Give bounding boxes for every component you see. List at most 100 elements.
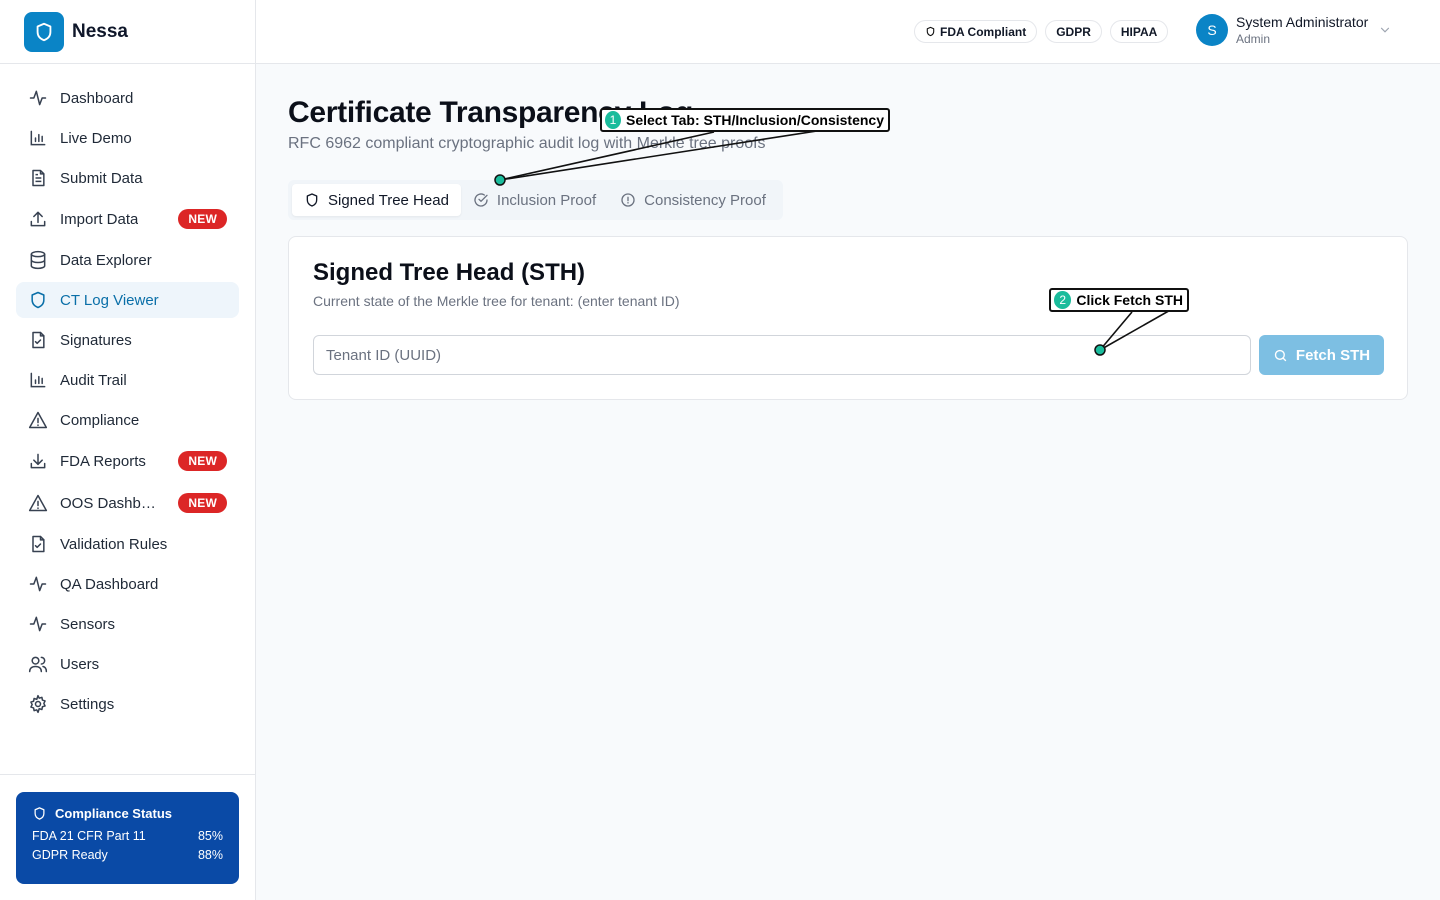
- brand[interactable]: Nessa: [0, 0, 255, 64]
- file-check-icon: [28, 330, 48, 350]
- alert-circle-icon: [620, 192, 636, 208]
- sidebar-item-label: Sensors: [60, 615, 116, 633]
- chip-label: GDPR: [1056, 24, 1091, 39]
- bar-chart-icon: [28, 370, 48, 390]
- tab-label: Signed Tree Head: [328, 191, 449, 209]
- bar-chart-icon: [28, 128, 48, 148]
- fetch-sth-button[interactable]: Fetch STH: [1259, 335, 1384, 375]
- sidebar-item-label: Settings: [60, 695, 115, 713]
- tab-signed-tree-head[interactable]: Signed Tree Head: [292, 184, 461, 216]
- sidebar-item-data-explorer[interactable]: Data Explorer: [16, 242, 239, 278]
- gdpr-chip: GDPR: [1045, 20, 1102, 43]
- sidebar-item-sensors[interactable]: Sensors: [16, 606, 239, 642]
- card-description: Current state of the Merkle tree for ten…: [313, 293, 680, 309]
- sidebar-item-label: Live Demo: [60, 129, 132, 147]
- fda-compliant-chip: FDA Compliant: [914, 20, 1038, 43]
- sidebar-item-label: CT Log Viewer: [60, 291, 159, 309]
- sidebar-item-settings[interactable]: Settings: [16, 686, 239, 722]
- user-info: System Administrator Admin: [1236, 14, 1368, 46]
- file-text-icon: [28, 168, 48, 188]
- sidebar-item-ct-log-viewer[interactable]: CT Log Viewer: [16, 282, 239, 318]
- card-title: Signed Tree Head (STH): [313, 259, 586, 286]
- compliance-title: Compliance Status: [32, 806, 223, 821]
- shield-icon: [304, 192, 320, 208]
- compliance-row: GDPR Ready 88%: [32, 848, 223, 862]
- sidebar-item-live-demo[interactable]: Live Demo: [16, 120, 239, 156]
- sidebar-item-label: QA Dashboard: [60, 575, 159, 593]
- sidebar-item-oos-dashboard[interactable]: OOS Dashboard NEW: [16, 484, 239, 522]
- sidebar-item-signatures[interactable]: Signatures: [16, 322, 239, 358]
- shield-logo-icon: [24, 11, 64, 52]
- compliance-label: FDA 21 CFR Part 11: [32, 829, 146, 843]
- compliance-value: 85%: [197, 829, 223, 843]
- alert-triangle-icon: [28, 410, 48, 430]
- sidebar-item-compliance[interactable]: Compliance: [16, 402, 239, 438]
- page-subtitle: RFC 6962 compliant cryptographic audit l…: [288, 135, 766, 152]
- sidebar-footer: Compliance Status FDA 21 CFR Part 11 85%…: [0, 774, 255, 900]
- sidebar-item-audit-trail[interactable]: Audit Trail: [16, 362, 239, 398]
- hipaa-chip: HIPAA: [1109, 20, 1169, 43]
- chevron-down-icon: [1378, 23, 1392, 37]
- activity-icon: [28, 614, 48, 634]
- shield-icon: [925, 26, 936, 37]
- sidebar-item-label: Users: [60, 655, 100, 673]
- sidebar-item-qa-dashboard[interactable]: QA Dashboard: [16, 566, 239, 602]
- tab-inclusion-proof[interactable]: Inclusion Proof: [461, 184, 608, 216]
- sidebar-item-label: Validation Rules: [60, 535, 168, 553]
- annotation-2: 2 Click Fetch STH: [1049, 288, 1189, 312]
- avatar: S: [1196, 14, 1228, 46]
- compliance-row: FDA 21 CFR Part 11 85%: [32, 829, 223, 843]
- sth-card: Signed Tree Head (STH) Current state of …: [288, 236, 1408, 400]
- compliance-value: 88%: [197, 848, 223, 862]
- tab-consistency-proof[interactable]: Consistency Proof: [608, 184, 778, 216]
- tab-label: Consistency Proof: [644, 191, 766, 209]
- chip-label: FDA Compliant: [940, 24, 1027, 39]
- sidebar-item-import-data[interactable]: Import Data NEW: [16, 200, 239, 238]
- sidebar-item-label: Audit Trail: [60, 371, 127, 389]
- search-icon: [1273, 348, 1288, 363]
- compliance-chips: FDA Compliant GDPR HIPAA: [914, 20, 1169, 43]
- sidebar-item-dashboard[interactable]: Dashboard: [16, 80, 239, 116]
- compliance-title-text: Compliance Status: [55, 806, 173, 821]
- shield-icon: [32, 806, 47, 821]
- new-badge: NEW: [178, 493, 227, 513]
- gear-icon: [28, 694, 48, 714]
- brand-name: Nessa: [72, 20, 128, 42]
- users-icon: [28, 654, 48, 674]
- user-menu[interactable]: S System Administrator Admin: [1196, 14, 1392, 46]
- annotation-number: 2: [1054, 291, 1072, 309]
- user-name: System Administrator: [1236, 14, 1369, 30]
- new-badge: NEW: [178, 451, 227, 471]
- proof-tabs: Signed Tree Head Inclusion Proof Consist…: [288, 180, 783, 220]
- top-header: FDA Compliant GDPR HIPAA S System Admini…: [256, 0, 1440, 64]
- activity-icon: [28, 88, 48, 108]
- annotation-number: 1: [605, 111, 621, 129]
- sidebar-item-validation-rules[interactable]: Validation Rules: [16, 526, 239, 562]
- activity-icon: [28, 574, 48, 594]
- annotation-1: 1 Select Tab: STH/Inclusion/Consistency: [600, 108, 890, 132]
- alert-triangle-icon: [28, 493, 48, 513]
- sidebar-item-users[interactable]: Users: [16, 646, 239, 682]
- sidebar-item-submit-data[interactable]: Submit Data: [16, 160, 239, 196]
- annotation-text: Select Tab: STH/Inclusion/Consistency: [625, 112, 884, 128]
- tenant-id-input[interactable]: [313, 335, 1251, 375]
- user-role: Admin: [1236, 32, 1271, 46]
- sidebar-item-label: Dashboard: [60, 89, 134, 107]
- sidebar-item-label: Signatures: [60, 331, 132, 349]
- sidebar-item-label: Compliance: [60, 411, 140, 429]
- sidebar-item-label: FDA Reports: [60, 452, 146, 470]
- sidebar-nav: Dashboard Live Demo Submit Data Import D…: [0, 64, 255, 722]
- sidebar-item-label: OOS Dashboard: [60, 494, 160, 512]
- new-badge: NEW: [178, 209, 227, 229]
- file-check-icon: [28, 534, 48, 554]
- sidebar-item-label: Submit Data: [60, 169, 143, 187]
- tab-label: Inclusion Proof: [496, 191, 597, 209]
- compliance-label: GDPR Ready: [32, 848, 108, 862]
- download-icon: [28, 451, 48, 471]
- database-icon: [28, 250, 48, 270]
- compliance-status-card: Compliance Status FDA 21 CFR Part 11 85%…: [16, 792, 239, 884]
- fetch-sth-label: Fetch STH: [1295, 346, 1371, 364]
- sidebar-item-fda-reports[interactable]: FDA Reports NEW: [16, 442, 239, 480]
- sidebar: Nessa Dashboard Live Demo Submit Data Im…: [0, 0, 256, 900]
- sidebar-item-label: Data Explorer: [60, 251, 152, 269]
